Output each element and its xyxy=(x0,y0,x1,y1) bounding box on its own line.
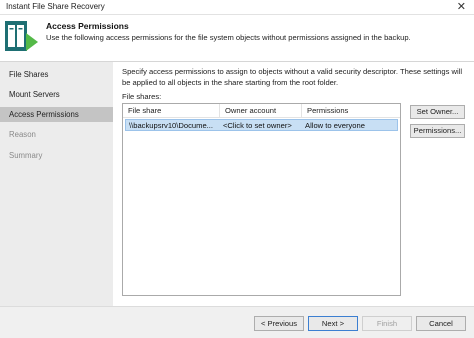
main-content: Specify access permissions to assign to … xyxy=(113,62,474,306)
sidebar-item-summary: Summary xyxy=(9,151,43,160)
cell-owner-account[interactable]: <Click to set owner> xyxy=(220,120,302,131)
cancel-button[interactable]: Cancel xyxy=(416,316,466,331)
file-shares-label: File shares: xyxy=(122,92,162,101)
window-title: Instant File Share Recovery xyxy=(6,2,105,11)
cell-permissions: Allow to everyone xyxy=(305,121,365,130)
table-header: File share Owner account Permissions xyxy=(123,104,400,118)
sidebar-item-reason: Reason xyxy=(9,130,36,139)
file-shares-table[interactable]: File share Owner account Permissions \\b… xyxy=(122,103,401,296)
sidebar-item-mount-servers[interactable]: Mount Servers xyxy=(0,87,113,102)
wizard-header: Access Permissions Use the following acc… xyxy=(0,15,474,62)
previous-button[interactable]: < Previous xyxy=(254,316,304,331)
sidebar-item-file-shares[interactable]: File Shares xyxy=(0,67,113,82)
wizard-window: Instant File Share Recovery ✕ Access Per… xyxy=(0,0,474,338)
instruction-text: Specify access permissions to assign to … xyxy=(122,67,463,87)
column-header-file-share[interactable]: File share xyxy=(123,104,219,117)
wizard-steps-sidebar: File Shares Mount Servers Access Permiss… xyxy=(0,62,113,306)
column-header-owner-account[interactable]: Owner account xyxy=(219,104,301,117)
cell-file-share: \\backupsrv10\Docume... xyxy=(129,121,213,130)
close-icon[interactable]: ✕ xyxy=(457,0,466,14)
set-owner-button[interactable]: Set Owner... xyxy=(410,105,465,119)
finish-button: Finish xyxy=(362,316,412,331)
wizard-footer: < Previous Next > Finish Cancel xyxy=(0,306,474,338)
title-bar: Instant File Share Recovery ✕ xyxy=(0,0,474,15)
file-share-recovery-icon xyxy=(5,21,38,51)
sidebar-item-access-permissions[interactable]: Access Permissions xyxy=(0,107,113,122)
next-button[interactable]: Next > xyxy=(308,316,358,331)
page-description: Use the following access permissions for… xyxy=(46,33,411,42)
page-title: Access Permissions xyxy=(46,21,129,31)
column-header-permissions[interactable]: Permissions xyxy=(301,104,402,117)
table-row[interactable]: \\backupsrv10\Docume... <Click to set ow… xyxy=(125,119,398,131)
permissions-button[interactable]: Permissions... xyxy=(410,124,465,138)
